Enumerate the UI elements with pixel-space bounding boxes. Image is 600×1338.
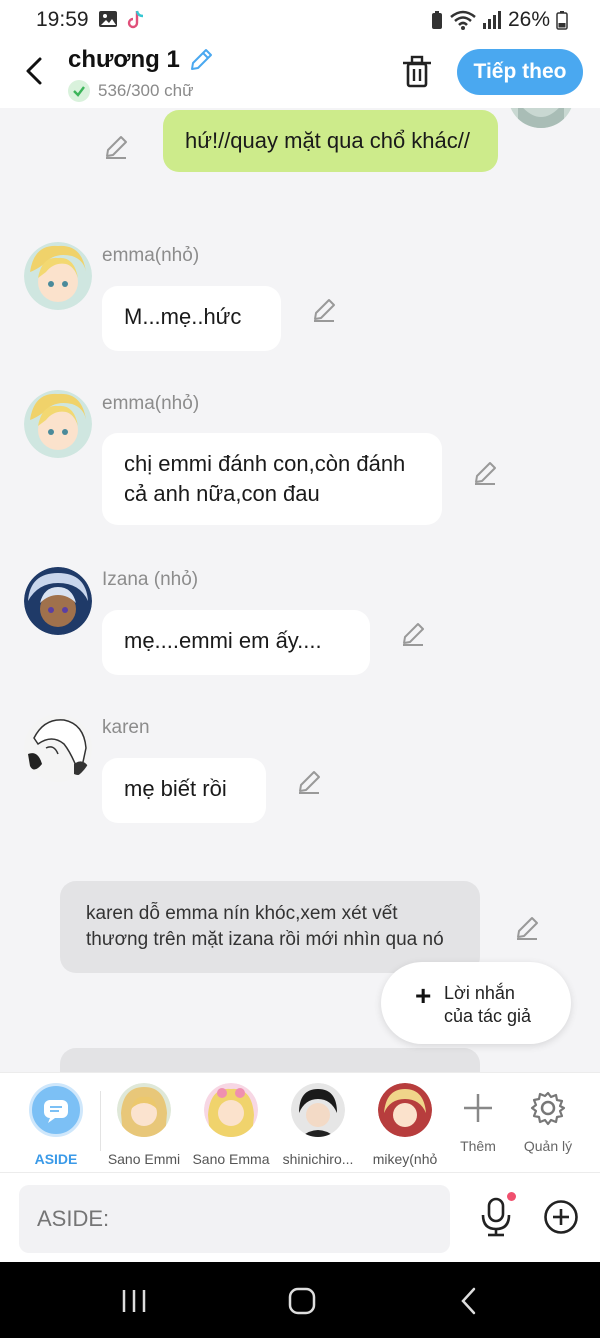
message-bubble[interactable]: mẹ....emmi em ấy....: [102, 610, 370, 675]
back-nav-icon[interactable]: [450, 1286, 490, 1316]
character-sano-emmi[interactable]: Sano Emmi: [101, 1083, 187, 1167]
avatar-emma[interactable]: [24, 390, 92, 458]
character-mikey[interactable]: mikey(nhỏ: [362, 1083, 448, 1167]
gallery-icon: [99, 11, 117, 27]
character-label: Sano Emma: [192, 1151, 270, 1167]
message-bubble[interactable]: mẹ biết rồi: [102, 758, 266, 823]
status-bar: 19:59 26%: [0, 0, 600, 40]
message-bubble-self[interactable]: hứ!//quay mặt qua chổ khác//: [163, 110, 498, 172]
next-button[interactable]: Tiếp theo: [457, 49, 583, 95]
character-sano-emma[interactable]: Sano Emma: [188, 1083, 274, 1167]
character-aside[interactable]: ASIDE: [13, 1083, 99, 1167]
edit-message-icon[interactable]: [400, 621, 426, 647]
message-text: chị emmi đánh con,còn đánh cả anh nữa,co…: [124, 451, 406, 506]
edit-title-icon[interactable]: [188, 47, 214, 73]
manage-label: Quản lý: [523, 1138, 573, 1154]
message-text: mẹ biết rồi: [124, 776, 227, 801]
notification-icons: [98, 9, 146, 31]
edit-message-icon[interactable]: [514, 915, 540, 941]
avatar-karen[interactable]: [24, 714, 92, 782]
message-input[interactable]: [19, 1185, 450, 1253]
character-label: Sano Emmi: [107, 1151, 181, 1167]
aside-bubble[interactable]: karen dỗ emma nín khóc,xem xét vết thươn…: [60, 881, 480, 973]
edit-message-icon[interactable]: [296, 769, 322, 795]
recent-apps-icon[interactable]: [114, 1286, 154, 1316]
aside-text: karen dỗ emma nín khóc,xem xét vết thươn…: [86, 903, 444, 950]
chat-bubble-icon: [44, 1100, 68, 1123]
message-bubble[interactable]: M...mẹ..hức: [102, 286, 281, 351]
aside-avatar: [29, 1083, 83, 1137]
character-label: shinichiro...: [282, 1151, 354, 1167]
self-avatar[interactable]: [508, 108, 574, 128]
tiktok-icon: [127, 10, 144, 29]
avatar-izana[interactable]: [24, 567, 92, 635]
character-name: emma(nhỏ): [102, 245, 200, 266]
character-avatar: [204, 1083, 258, 1137]
aside-bubble-partial[interactable]: [60, 1048, 480, 1072]
status-time: 19:59: [36, 8, 89, 31]
top-header: chương 1 536/300 chữ Tiếp theo: [0, 40, 600, 108]
back-button[interactable]: [20, 54, 50, 88]
battery-percent: 26%: [507, 8, 550, 31]
plus-icon: [464, 1094, 492, 1122]
recording-dot: [507, 1192, 516, 1201]
battery-saver-icon: [431, 11, 442, 29]
message-text: hứ!//quay mặt qua chổ khác//: [185, 128, 471, 153]
character-bar: ASIDE Sano Emmi Sano Emma shinichiro... …: [0, 1072, 600, 1172]
input-bar: [0, 1172, 600, 1262]
character-label: ASIDE: [34, 1151, 78, 1167]
add-label: Thêm: [460, 1138, 496, 1154]
author-note-button[interactable]: + Lời nhắn của tác giả: [381, 962, 571, 1044]
character-name: karen: [102, 717, 150, 738]
author-note-line1: Lời nhắn: [444, 983, 515, 1003]
plus-icon: +: [415, 980, 432, 1011]
battery-icon: [556, 11, 568, 30]
message-text: M...mẹ..hức: [124, 304, 242, 329]
word-count: 536/300 chữ: [98, 81, 194, 100]
author-note-line2: của tác giả: [444, 1006, 532, 1026]
message-text: mẹ....emmi em ấy....: [124, 628, 322, 653]
character-avatar: [378, 1083, 432, 1137]
character-name: emma(nhỏ): [102, 393, 200, 414]
character-avatar: [291, 1083, 345, 1137]
edit-message-icon[interactable]: [103, 134, 129, 160]
manage-button[interactable]: Quản lý: [512, 1083, 584, 1154]
character-name: Izana (nhỏ): [102, 569, 199, 590]
status-right: 26%: [430, 8, 568, 32]
add-circle-icon[interactable]: [543, 1199, 579, 1235]
gear-icon: [530, 1091, 566, 1126]
chat-area[interactable]: hứ!//quay mặt qua chổ khác// emma(nhỏ) M…: [0, 108, 600, 1072]
word-count-check-icon: [68, 80, 90, 102]
add-character-button[interactable]: Thêm: [442, 1083, 514, 1154]
microphone-icon[interactable]: [478, 1197, 514, 1237]
trash-icon[interactable]: [400, 54, 434, 90]
home-icon[interactable]: [282, 1286, 322, 1316]
wifi-icon: [450, 10, 476, 30]
signal-icon: [482, 11, 501, 29]
character-avatar: [117, 1083, 171, 1137]
chapter-title[interactable]: chương 1: [68, 46, 180, 74]
system-nav-bar: [0, 1262, 600, 1338]
chapter-title-group: chương 1 536/300 chữ: [68, 46, 214, 102]
edit-message-icon[interactable]: [472, 460, 498, 486]
message-bubble[interactable]: chị emmi đánh con,còn đánh cả anh nữa,co…: [102, 433, 442, 525]
character-label: mikey(nhỏ: [372, 1151, 438, 1167]
character-shinichiro[interactable]: shinichiro...: [275, 1083, 361, 1167]
edit-message-icon[interactable]: [311, 297, 337, 323]
avatar-emma[interactable]: [24, 242, 92, 310]
